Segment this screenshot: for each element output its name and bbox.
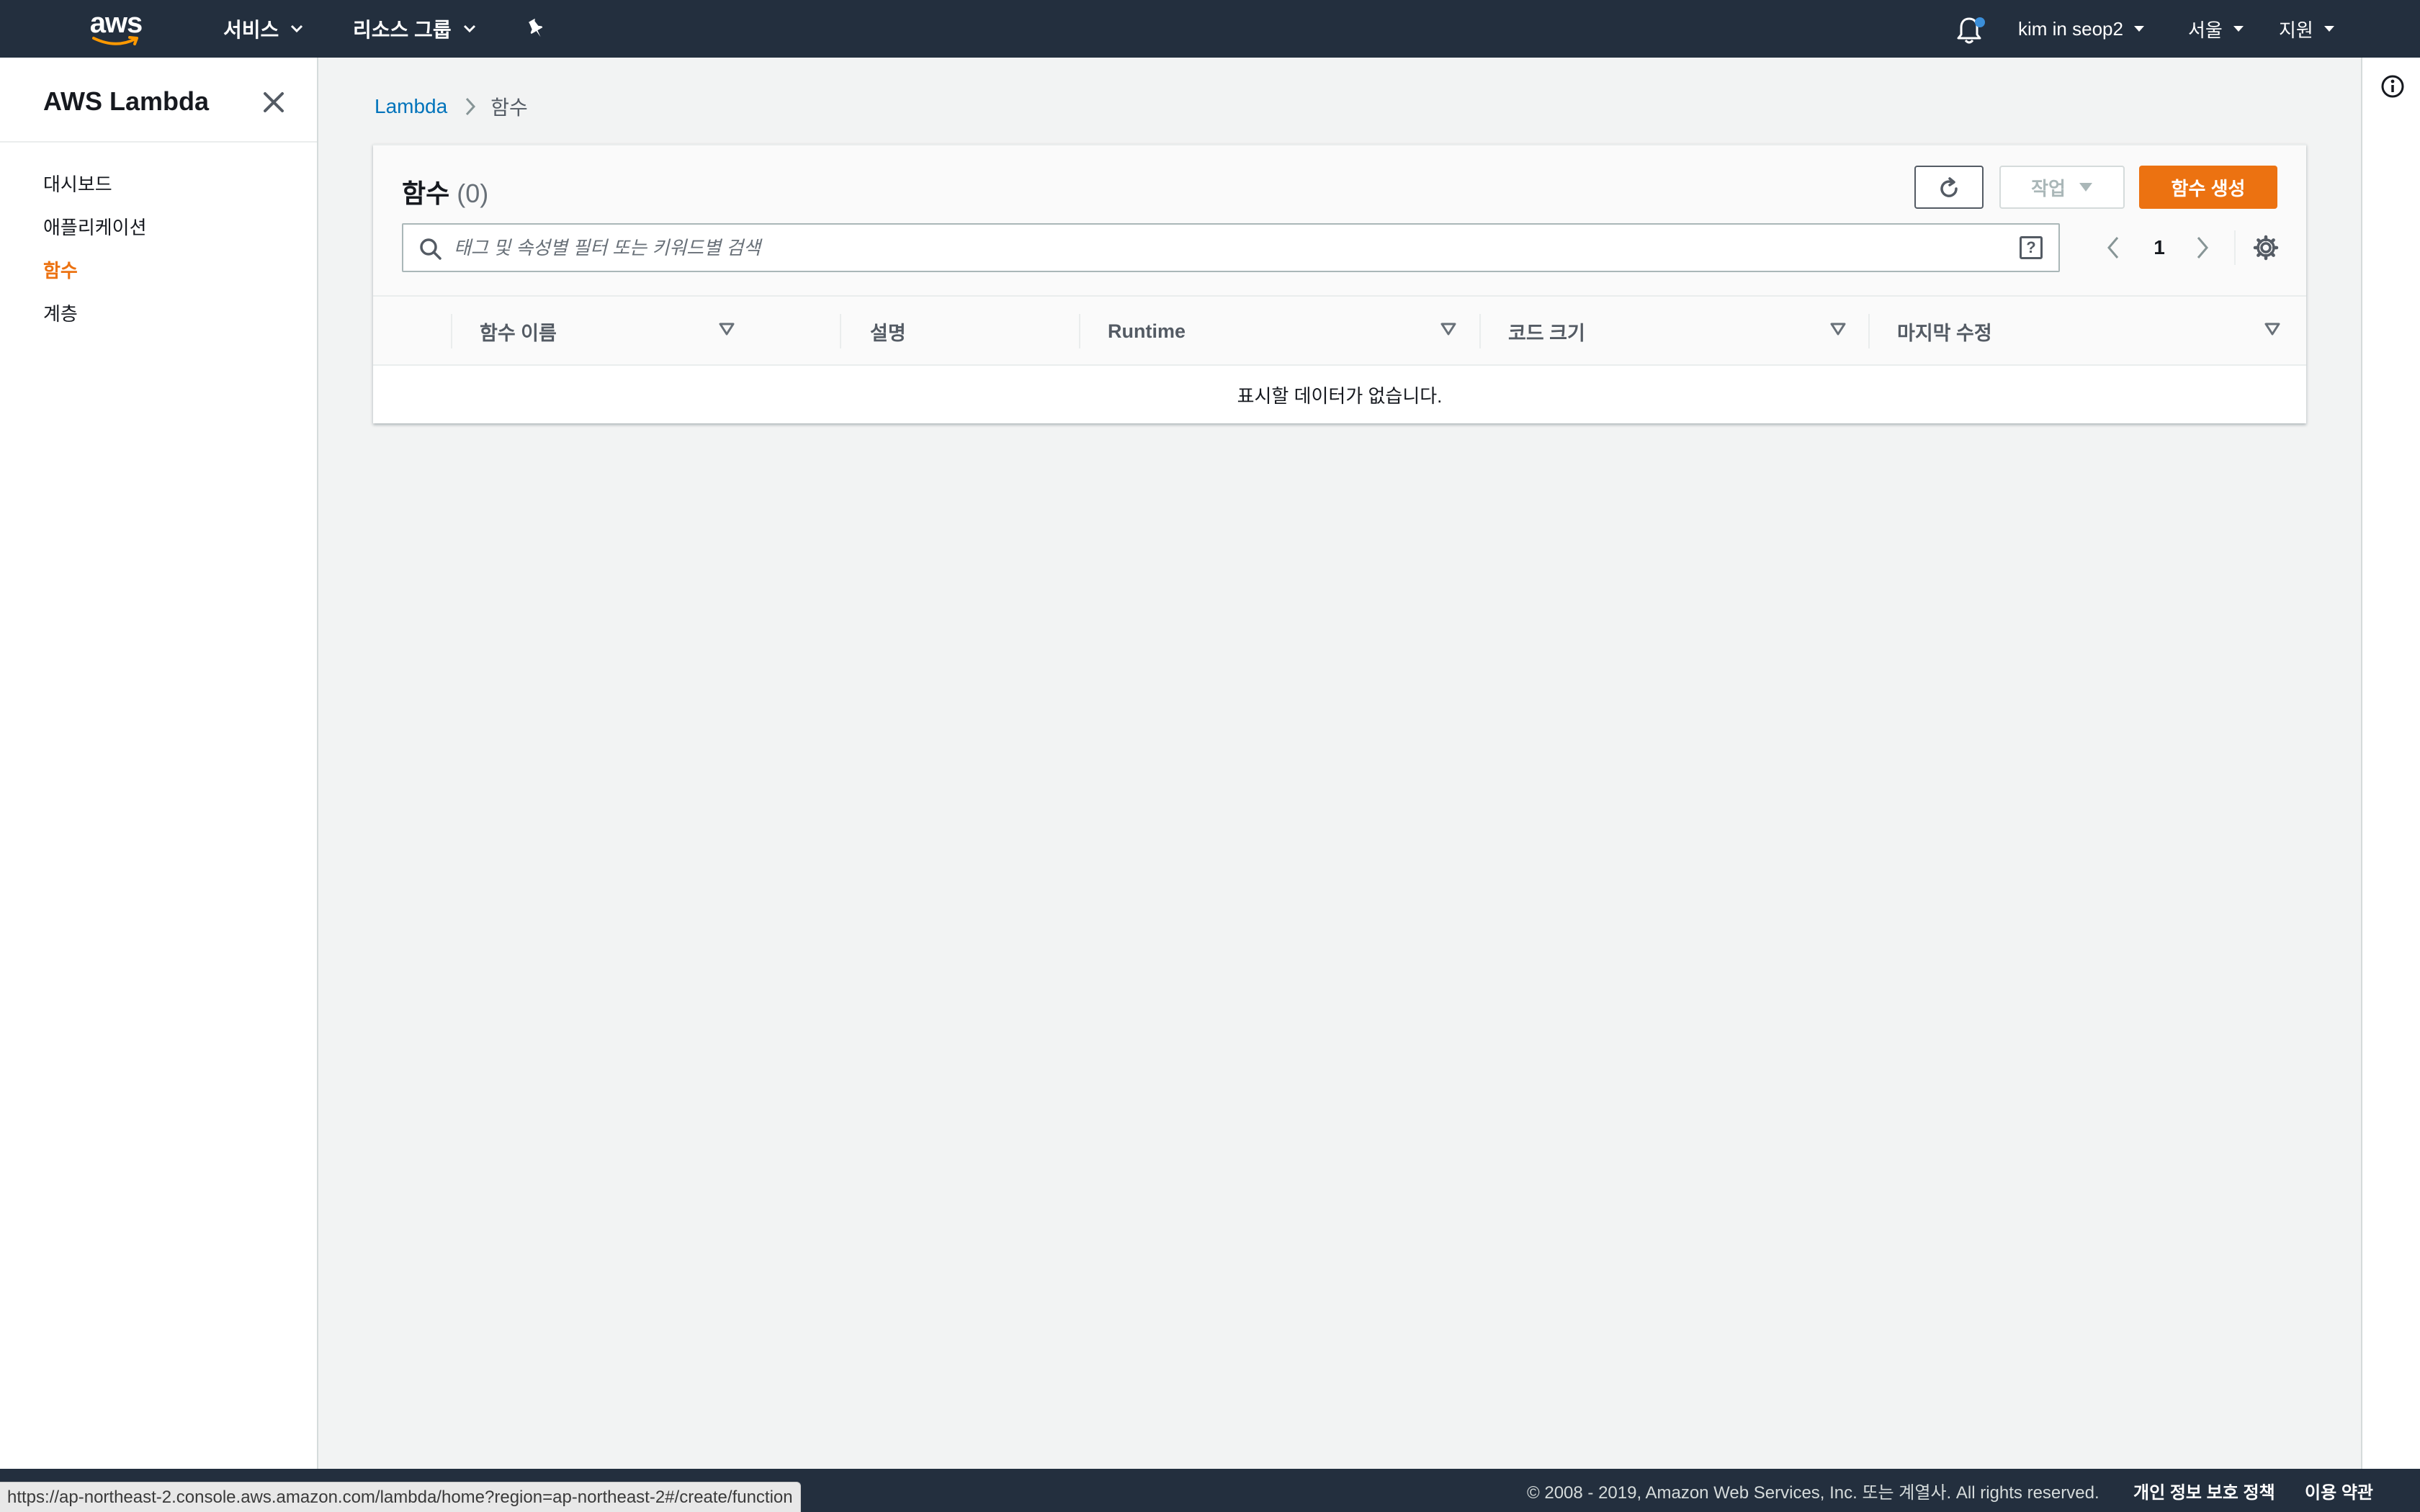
column-divider [1479,314,1481,348]
region-menu-label: 서울 [2188,19,2223,41]
chevron-right-icon [466,97,476,116]
notification-dot [1975,17,1985,27]
support-menu[interactable]: 지원 [2279,0,2335,58]
column-label: 설명 [870,322,906,344]
aws-smile-icon [92,36,138,45]
search-field: ? [402,223,2060,272]
sidebar-divider [0,141,317,143]
column-divider [1079,314,1080,348]
column-divider [840,314,841,348]
sidebar-item-applications[interactable]: 애플리케이션 [43,206,147,249]
pager-divider [2234,230,2236,265]
column-label: 코드 크기 [1508,322,1585,344]
resource-groups-menu[interactable]: 리소스 그룹 [353,0,476,58]
region-menu[interactable]: 서울 [2188,0,2244,58]
close-icon[interactable] [258,86,290,118]
column-header-runtime[interactable]: Runtime [1108,297,1482,366]
aws-logo[interactable]: aws [85,9,147,49]
breadcrumb: Lambda 함수 [375,92,528,121]
search-icon [420,238,442,260]
user-menu-label: kim in seop2 [2018,17,2123,40]
aws-logo-text: aws [89,7,143,39]
create-function-button[interactable]: 함수 생성 [2139,166,2277,209]
caret-down-icon [2079,183,2092,192]
previous-page-icon[interactable] [2102,233,2125,262]
copyright-text: © 2008 - 2019, Amazon Web Services, Inc.… [1527,1482,2099,1503]
actions-dropdown-button[interactable]: 작업 [1999,166,2125,209]
sidebar-item-functions[interactable]: 함수 [43,249,147,292]
panel-title: 함수 [402,179,450,208]
column-label: Runtime [1108,320,1186,342]
functions-table-panel: 함수(0) 작업 함수 생성 ? 1 [373,144,2306,423]
column-header-description: 설명 [870,297,1072,366]
support-menu-label: 지원 [2279,19,2313,41]
column-divider [451,314,452,348]
column-header-code-size[interactable]: 코드 크기 [1508,297,1872,366]
gear-icon[interactable] [2249,230,2283,265]
sidebar-item-dashboard[interactable]: 대시보드 [43,163,147,206]
table-header: 함수 이름 설명 Runtime 코드 크기 마지막 수정 [373,295,2306,366]
breadcrumb-current: 함수 [490,96,528,119]
resource-groups-menu-label: 리소스 그룹 [353,19,452,41]
search-help-icon[interactable]: ? [2020,236,2043,259]
column-divider [1868,314,1870,348]
sort-icon [1830,323,1846,336]
user-menu[interactable]: kim in seop2 [2018,0,2145,58]
chevron-down-icon [463,24,475,33]
services-menu[interactable]: 서비스 [223,0,303,58]
breadcrumb-lambda-link[interactable]: Lambda [375,95,447,118]
column-label: 함수 이름 [480,322,557,344]
refresh-icon [1940,177,1958,197]
info-icon[interactable] [2380,73,2406,99]
browser-status-url: https://ap-northeast-2.console.aws.amazo… [0,1482,801,1512]
empty-table-message: 표시할 데이터가 없습니다. [1237,384,1443,407]
refresh-button[interactable] [1914,166,1984,209]
page-title: 함수 (0) [402,173,488,210]
sidebar-title: AWS Lambda [43,86,210,116]
column-header-last-modified[interactable]: 마지막 수정 [1897,297,2306,366]
next-page-icon[interactable] [2191,233,2214,262]
pin-icon[interactable] [524,17,547,40]
column-header-function-name[interactable]: 함수 이름 [480,297,761,366]
terms-of-use-link[interactable]: 이용 약관 [2305,1469,2373,1512]
column-label: 마지막 수정 [1897,322,1992,344]
functions-count: (0) [457,179,489,208]
services-menu-label: 서비스 [223,19,279,41]
caret-down-icon [2323,26,2334,32]
help-panel-strip [2361,58,2420,1469]
panel-header: 함수(0) 작업 함수 생성 ? 1 [373,145,2306,295]
search-input[interactable] [454,230,1981,265]
chevron-down-icon [291,24,303,33]
sidebar-item-layers[interactable]: 계층 [43,292,147,336]
sort-icon [2264,323,2280,336]
top-navigation-bar: aws 서비스 리소스 그룹 kim in seop2 서울 지원 [0,0,2420,58]
sort-icon [719,323,735,336]
notifications-button[interactable] [1955,14,1986,46]
sort-icon [1440,323,1456,336]
sidebar: AWS Lambda 대시보드 애플리케이션 함수 계층 [0,58,318,1469]
current-page-number[interactable]: 1 [2145,233,2174,262]
caret-down-icon [2133,26,2144,32]
sidebar-nav: 대시보드 애플리케이션 함수 계층 [43,163,147,336]
caret-down-icon [2233,26,2244,32]
actions-label: 작업 [2031,177,2066,199]
privacy-policy-link[interactable]: 개인 정보 보호 정책 [2133,1469,2275,1512]
